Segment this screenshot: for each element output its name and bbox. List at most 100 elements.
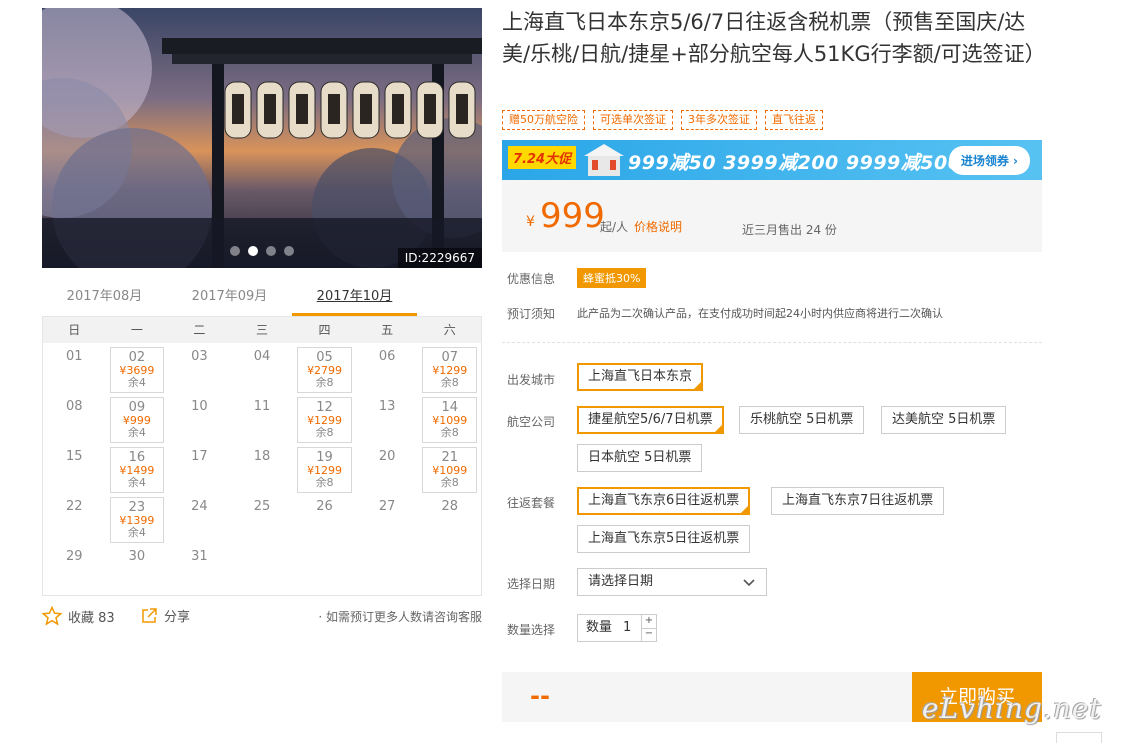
calendar-day-available[interactable]: 09 ¥999 余4: [106, 393, 169, 443]
city-option-selected[interactable]: 上海直飞日本东京: [577, 363, 704, 391]
calendar-day-box[interactable]: 09 ¥999 余4: [109, 397, 165, 443]
product-photo[interactable]: ID:2229667: [42, 8, 482, 268]
quantity-value[interactable]: 1: [623, 615, 631, 641]
calendar-day-box: 25: [235, 497, 290, 543]
quantity-label: 数量选择: [507, 623, 556, 637]
calendar-day-box[interactable]: 02 ¥3699 余4: [109, 347, 165, 393]
day-number: 28: [441, 499, 458, 514]
share-icon: [142, 607, 157, 623]
quantity-decrease-button[interactable]: −: [641, 628, 656, 641]
calendar-day-available[interactable]: 21 ¥1099 余8: [418, 443, 481, 493]
day-number: 18: [253, 449, 271, 464]
day-number: 16: [128, 450, 146, 465]
calendar-day-box: 08: [47, 397, 102, 443]
calendar-day-box: 31: [172, 547, 227, 593]
carousel-dot[interactable]: [284, 246, 294, 256]
calendar-day-box: 06: [360, 347, 415, 393]
tab-month-3-active[interactable]: 2017年10月: [292, 282, 417, 316]
airline-label: 航空公司: [507, 415, 556, 429]
airline-option-delta[interactable]: 达美航空 5日机票: [881, 406, 1007, 434]
tag-multi-visa: 3年多次签证: [681, 110, 757, 130]
quantity-text: 数量: [586, 620, 613, 635]
carousel-dot[interactable]: [230, 246, 240, 256]
calendar-day-box[interactable]: 05 ¥2799 余8: [297, 347, 352, 393]
price-box: ¥ 999 起/人 价格说明 近三月售出 24 份: [502, 180, 1042, 252]
price-explain-link[interactable]: 价格说明: [634, 218, 682, 235]
calendar-day: 22: [43, 493, 106, 543]
calendar-day-box[interactable]: 23 ¥1399 余4: [109, 497, 165, 543]
airline-option-jetstar[interactable]: 捷星航空5/6/7日机票: [577, 406, 724, 434]
day-number: 14: [441, 400, 458, 415]
tab-month-1[interactable]: 2017年08月: [42, 282, 167, 316]
calendar-day: 06: [356, 343, 419, 393]
day-number: 13: [378, 399, 396, 414]
promo-banner[interactable]: 7.24大促 999减50 3999减200 9999减500 进场领券 ›: [502, 140, 1042, 180]
share-button[interactable]: 分享: [140, 606, 190, 625]
tag-single-visa: 可选单次签证: [593, 110, 673, 130]
day-number: 22: [66, 499, 83, 514]
calendar-day-available[interactable]: 16 ¥1499 余4: [106, 443, 169, 493]
day-number: 11: [253, 399, 271, 414]
calendar-day-box[interactable]: 12 ¥1299 余8: [297, 397, 352, 443]
airline-option-jal[interactable]: 日本航空 5日机票: [577, 444, 703, 472]
carousel-dot-active[interactable]: [248, 246, 258, 256]
day-number: 04: [253, 349, 271, 364]
calendar-day-box: 18: [235, 447, 290, 493]
package-option-7day[interactable]: 上海直飞东京7日往返机票: [771, 487, 945, 515]
date-select-value: 请选择日期: [588, 574, 654, 589]
calendar-day-box[interactable]: 16 ¥1499 余4: [109, 447, 165, 493]
tag-direct: 直飞往返: [765, 110, 823, 130]
day-number: 01: [66, 349, 83, 364]
calendar-day-available[interactable]: 02 ¥3699 余4: [106, 343, 169, 393]
tag-insurance: 赠50万航空险: [502, 110, 585, 130]
calendar-day-available[interactable]: 19 ¥1299 余8: [293, 443, 356, 493]
calendar-day-available[interactable]: 12 ¥1299 余8: [293, 393, 356, 443]
calendar-day-available[interactable]: 14 ¥1099 余8: [418, 393, 481, 443]
calendar-day: 04: [231, 343, 294, 393]
day-number: 31: [191, 549, 208, 564]
calendar-day-available[interactable]: 23 ¥1399 余4: [106, 493, 169, 543]
calendar-day-available[interactable]: 07 ¥1299 余8: [418, 343, 481, 393]
day-remaining: 余8: [315, 376, 334, 389]
day-remaining: 余4: [127, 476, 146, 489]
calendar-day: 31: [168, 543, 231, 593]
month-tabs: 2017年08月 2017年09月 2017年10月: [42, 282, 482, 316]
promo-badge: 7.24大促: [508, 146, 577, 169]
star-icon: [42, 606, 62, 626]
get-coupon-button[interactable]: 进场领券 ›: [948, 146, 1030, 175]
day-remaining: 余8: [315, 476, 334, 489]
airline-option-peach[interactable]: 乐桃航空 5日机票: [739, 406, 865, 434]
quantity-increase-button[interactable]: +: [641, 615, 656, 629]
package-option-5day[interactable]: 上海直飞东京5日往返机票: [577, 525, 751, 553]
calendar-day-box: 29: [47, 547, 102, 593]
calendar-day-available[interactable]: 05 ¥2799 余8: [293, 343, 356, 393]
favorite-button[interactable]: 收藏 83: [42, 606, 115, 626]
calendar-weekday-header: 日一二三四五六: [43, 317, 481, 343]
weekday-label: 六: [443, 323, 456, 337]
package-label: 往返套餐: [507, 496, 556, 510]
package-option-6day[interactable]: 上海直飞东京6日往返机票: [577, 487, 751, 515]
calendar-day: 26: [293, 493, 356, 543]
calendar-day-box[interactable]: 19 ¥1299 余8: [297, 447, 352, 493]
calendar-grid: 01 02 ¥3699 余4 03 04 05 ¥2799 余8 06 07 ¥1299 余8 08 09 ¥…: [43, 343, 481, 593]
tab-month-2[interactable]: 2017年09月: [167, 282, 292, 316]
watermark: eLvhing.net: [922, 692, 1102, 725]
city-label: 出发城市: [507, 373, 556, 387]
carousel-dot[interactable]: [266, 246, 276, 256]
calendar-day-box[interactable]: 14 ¥1099 余8: [422, 397, 477, 443]
divider: [502, 342, 1042, 343]
day-number: 05: [316, 350, 333, 365]
calendar-day: 08: [43, 393, 106, 443]
calendar-day-box[interactable]: 07 ¥1299 余8: [422, 347, 477, 393]
day-remaining: 余8: [315, 426, 334, 439]
calendar-day-box: 27: [360, 497, 415, 543]
calendar-day-box[interactable]: 21 ¥1099 余8: [422, 447, 477, 493]
back-to-top-corner[interactable]: [1056, 732, 1102, 743]
image-id-label: ID:2229667: [397, 248, 482, 268]
date-select[interactable]: 请选择日期: [577, 568, 767, 596]
calendar-day-box: 17: [172, 447, 227, 493]
discount-badge: 蜂蜜抵30%: [577, 268, 647, 288]
weekday-label: 四: [318, 323, 331, 337]
consult-note[interactable]: · 如需预订更多人数请咨询客服: [318, 608, 482, 625]
day-number: 08: [66, 399, 83, 414]
